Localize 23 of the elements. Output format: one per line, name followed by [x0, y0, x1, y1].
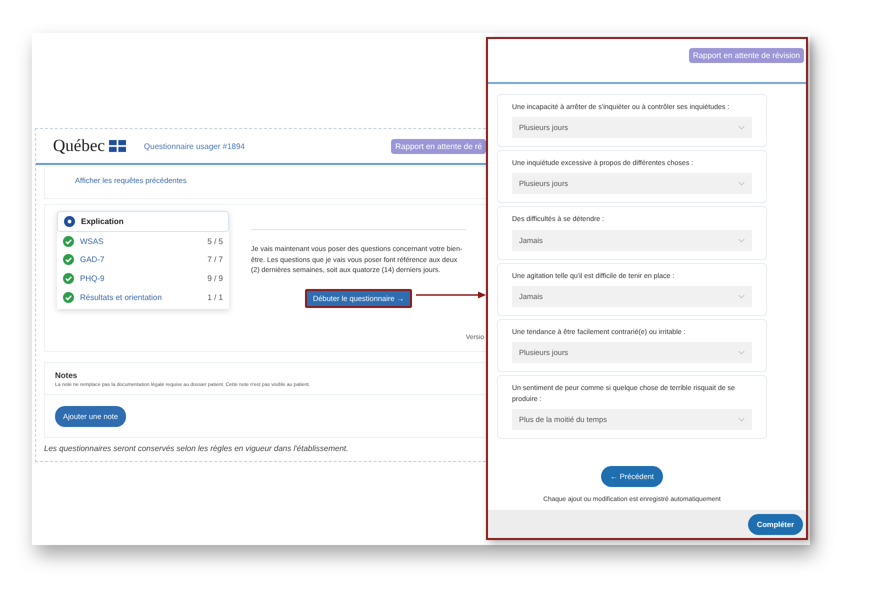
step-item[interactable]: Résultats et orientation 1 / 1 [57, 288, 229, 307]
step-item[interactable]: WSAS 5 / 5 [57, 232, 229, 251]
questionnaire-title-link[interactable]: Questionnaire usager #1894 [144, 142, 245, 150]
step-item[interactable]: Explication [57, 211, 229, 232]
chevron-down-icon [738, 181, 745, 186]
chevron-down-icon [738, 350, 745, 355]
retention-note: Les questionnaires seront conservés selon les règles en vigueur dans l'établissement. [44, 444, 350, 453]
chevron-down-icon [738, 294, 745, 299]
check-icon [63, 273, 74, 284]
step-item[interactable]: GAD-7 7 / 7 [57, 250, 229, 270]
current-step-icon [64, 216, 75, 227]
check-icon [63, 236, 74, 247]
logo-text: Québec [53, 136, 105, 156]
flag-icon [108, 140, 126, 152]
status-badge: Rapport en attente de ré [391, 138, 486, 154]
notes-title: Notes [55, 371, 78, 380]
chevron-down-icon [738, 238, 745, 243]
chevron-down-icon [738, 125, 745, 130]
check-icon [63, 292, 74, 304]
step-item[interactable]: PHQ-9 9 / 9 [57, 269, 229, 288]
chevron-down-icon [738, 417, 745, 422]
status-badge: Rapport en attente de révision [688, 48, 804, 63]
check-icon [63, 254, 74, 266]
